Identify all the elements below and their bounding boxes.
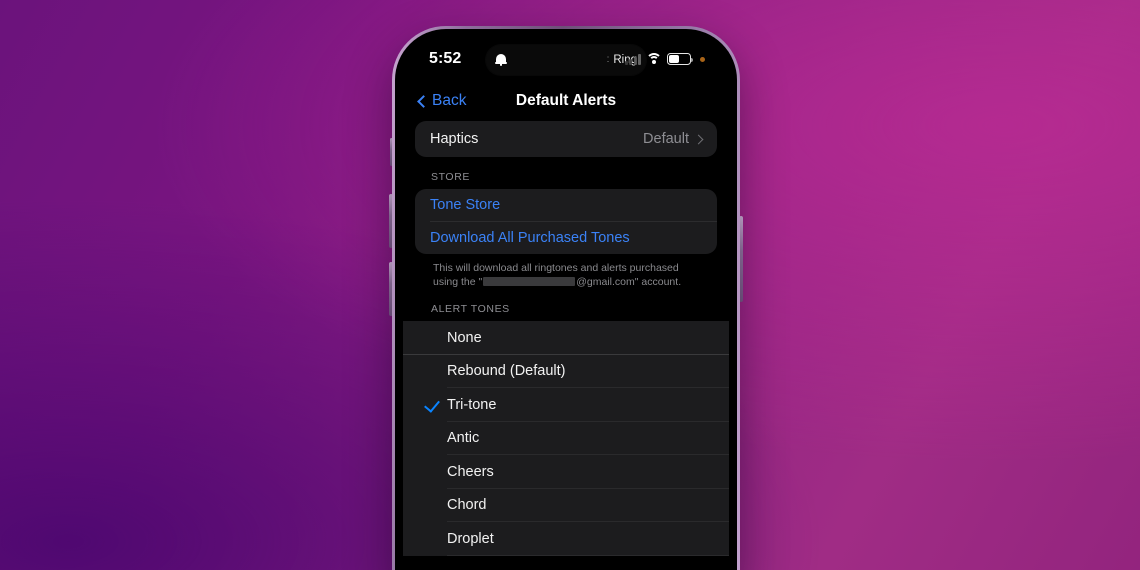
chevron-right-icon	[693, 134, 704, 144]
navigation-bar: Back Default Alerts	[403, 81, 729, 121]
alert-tones-list: None Rebound (Default) Tri-tone Antic Ch…	[403, 321, 729, 556]
status-icons	[624, 53, 705, 65]
battery-icon	[667, 53, 694, 65]
tone-store-row[interactable]: Tone Store	[415, 189, 717, 221]
download-purchased-tones-label: Download All Purchased Tones	[430, 230, 630, 246]
checkmark-icon	[424, 396, 440, 413]
tone-row-droplet[interactable]: Droplet	[403, 522, 729, 555]
status-bar: 5:52 : Ring	[403, 37, 729, 81]
tone-row-none[interactable]: None	[403, 321, 729, 354]
iphone-device: 5:52 : Ring	[389, 26, 743, 570]
tone-label: Droplet	[447, 530, 494, 547]
store-footnote: This will download all ringtones and ale…	[415, 254, 717, 289]
haptics-row[interactable]: Haptics Default	[415, 121, 717, 157]
dynamic-island[interactable]: : Ring	[486, 45, 646, 75]
chevron-left-icon	[417, 94, 430, 108]
phone-frame: 5:52 : Ring	[392, 26, 740, 570]
tone-store-label: Tone Store	[430, 197, 501, 213]
status-time: 5:52	[429, 50, 462, 67]
tone-label: Rebound (Default)	[447, 363, 566, 380]
redacted-email-block	[483, 277, 576, 287]
bell-icon	[495, 53, 507, 67]
haptics-card: Haptics Default	[415, 121, 717, 157]
back-button[interactable]: Back	[417, 92, 467, 110]
haptics-label: Haptics	[430, 131, 479, 147]
tone-label: Antic	[447, 430, 480, 447]
tone-row-antic[interactable]: Antic	[403, 422, 729, 455]
download-purchased-tones-row[interactable]: Download All Purchased Tones	[415, 222, 717, 254]
island-left-group	[495, 53, 507, 67]
store-section-header: STORE	[431, 171, 470, 183]
tone-row-rebound[interactable]: Rebound (Default)	[403, 355, 729, 388]
settings-content: Haptics Default STORE Tone Store Downloa…	[403, 121, 729, 321]
haptics-value: Default	[643, 131, 689, 147]
haptics-value-group: Default	[643, 131, 704, 147]
tone-label: None	[447, 329, 482, 346]
phone-bezel: 5:52 : Ring	[395, 29, 737, 570]
wifi-icon	[646, 53, 662, 65]
tone-row-cheers[interactable]: Cheers	[403, 455, 729, 488]
privacy-indicator-dot	[700, 56, 705, 62]
battery-fill	[669, 55, 680, 63]
back-button-label: Back	[432, 92, 467, 109]
tone-row-tri-tone[interactable]: Tri-tone	[403, 388, 729, 421]
cellular-signal-icon	[624, 53, 641, 65]
island-dots: :	[606, 54, 610, 65]
alert-tones-section-header: ALERT TONES	[431, 303, 510, 316]
store-card: Tone Store Download All Purchased Tones	[415, 189, 717, 254]
phone-screen: 5:52 : Ring	[403, 37, 729, 570]
footnote-text-end: @gmail.com" account.	[576, 276, 682, 289]
tone-separator	[447, 554, 729, 556]
tone-row-chord[interactable]: Chord	[403, 489, 729, 522]
tone-label: Chord	[447, 497, 487, 514]
tone-label: Cheers	[447, 463, 494, 480]
tone-label: Tri-tone	[447, 396, 497, 413]
